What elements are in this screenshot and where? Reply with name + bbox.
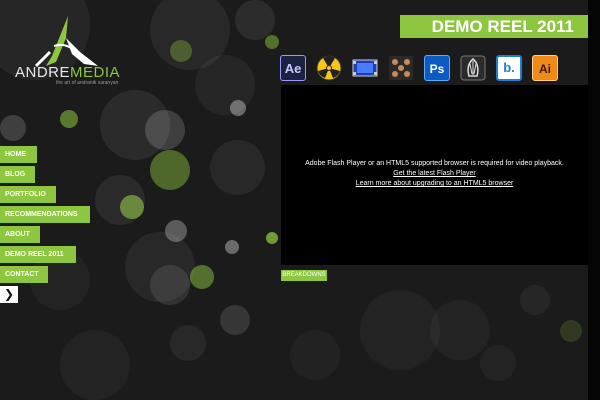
b-logo-icon: b. [496, 55, 522, 81]
video-player[interactable]: Adobe Flash Player or an HTML5 supported… [281, 85, 588, 265]
film-clip-icon [352, 55, 378, 81]
brand-name-main: ANDRE [15, 64, 71, 81]
html5-upgrade-link[interactable]: Learn more about upgrading to an HTML5 b… [281, 180, 588, 187]
nav-about[interactable]: ABOUT [0, 226, 40, 243]
brand-name-accent: MEDIA [70, 64, 121, 81]
photoshop-icon: Ps [424, 55, 450, 81]
player-message: Adobe Flash Player or an HTML5 supported… [305, 160, 564, 167]
nav-home[interactable]: HOME [0, 146, 37, 163]
nav-contact[interactable]: CONTACT [0, 266, 48, 283]
illustrator-icon: Ai [532, 55, 558, 81]
page-title: DEMO REEL 2011 [431, 17, 574, 36]
right-edge-strip [588, 0, 600, 400]
nav-arrow-icon[interactable]: ❯ [0, 286, 18, 303]
breakdowns-button[interactable]: BREAKDOWNS [281, 270, 327, 281]
get-flash-player-link[interactable]: Get the latest Flash Player [281, 170, 588, 177]
node-pattern-icon [388, 55, 414, 81]
brand-tagline: the art of andranik saranyan [56, 80, 119, 86]
shell-icon [460, 55, 486, 81]
nuke-icon [316, 55, 342, 81]
nav-blog[interactable]: BLOG [0, 166, 35, 183]
nav-recommendations[interactable]: RECOMMENDATIONS [0, 206, 90, 223]
nav-demo-reel[interactable]: DEMO REEL 2011 [0, 246, 76, 263]
after-effects-icon: Ae [280, 55, 306, 81]
nav-portfolio[interactable]: PORTFOLIO [0, 186, 56, 203]
brand-name: ANDREMEDIA [15, 64, 120, 81]
page-title-banner: DEMO REEL 2011 [400, 15, 588, 38]
